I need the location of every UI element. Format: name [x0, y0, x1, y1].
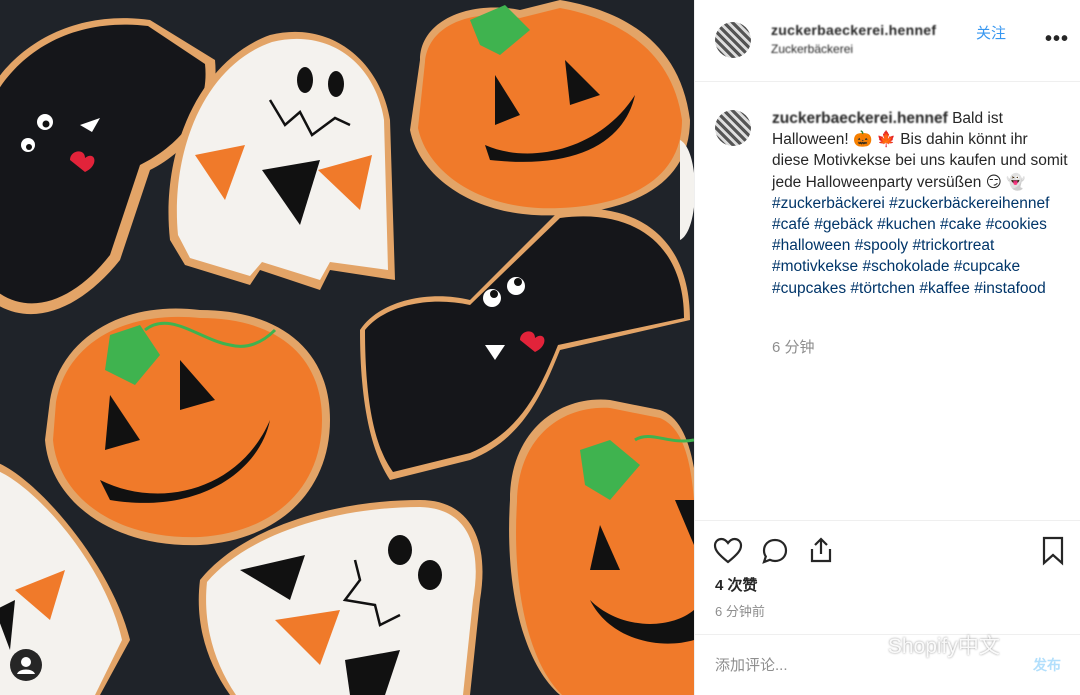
profile-subtitle: Zuckerbäckerei: [771, 42, 854, 56]
halloween-cookies-image: [0, 0, 694, 695]
instagram-post: zuckerbaeckerei.hennef 关注 Zuckerbäckerei…: [0, 0, 1080, 695]
post-comment-button[interactable]: 发布: [1033, 655, 1061, 675]
caption-hashtags[interactable]: #zuckerbäckerei #zuckerbäckereihennef #c…: [772, 195, 1049, 297]
post-photo[interactable]: [0, 0, 694, 695]
more-options-icon[interactable]: •••: [1045, 28, 1069, 51]
caption-avatar[interactable]: [715, 110, 751, 146]
watermark-text: Shopify中文: [887, 635, 1000, 658]
caption-timestamp: 6 分钟: [772, 339, 815, 356]
post-timestamp: 6 分钟前: [715, 604, 765, 619]
share-icon[interactable]: [807, 535, 835, 570]
wechat-icon: [849, 635, 881, 656]
follow-button[interactable]: 关注: [976, 22, 1006, 43]
comment-input[interactable]: 添加评论...: [715, 654, 788, 675]
pumpkin-cookie-2: [45, 308, 330, 546]
post-sidebar: zuckerbaeckerei.hennef 关注 Zuckerbäckerei…: [694, 0, 1080, 695]
avatar[interactable]: [715, 22, 751, 58]
caption-username[interactable]: zuckerbaeckerei.hennef: [772, 110, 948, 127]
bookmark-icon[interactable]: [1041, 536, 1065, 571]
watermark: Shopify中文: [848, 630, 1000, 660]
heart-icon[interactable]: [713, 537, 743, 570]
likes-count[interactable]: 4 次赞: [715, 574, 758, 595]
user-tag-icon[interactable]: [10, 649, 42, 681]
post-header: zuckerbaeckerei.hennef 关注 Zuckerbäckerei…: [695, 0, 1080, 82]
pumpkin-cookie-3: [509, 399, 694, 695]
comment-icon[interactable]: [761, 537, 789, 570]
post-caption: zuckerbaeckerei.hennef Bald ist Hallowee…: [772, 108, 1068, 299]
username-link[interactable]: zuckerbaeckerei.hennef: [771, 22, 936, 38]
